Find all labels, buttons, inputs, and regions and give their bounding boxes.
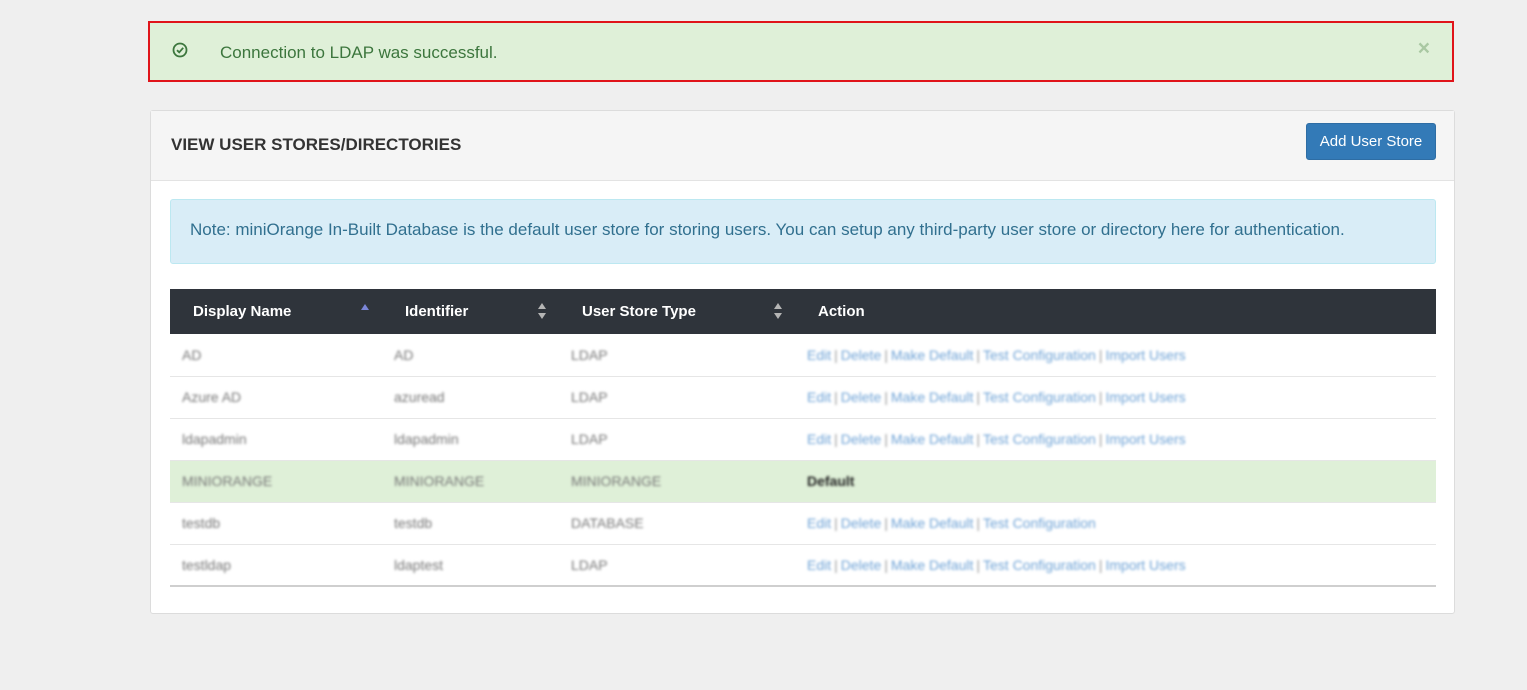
- cell-id: testdb: [394, 515, 433, 531]
- default-label: Default: [807, 473, 855, 489]
- action-make-default-link[interactable]: Make Default: [891, 557, 973, 573]
- cell-actions: Edit | Delete | Make Default | Test Configurat…: [795, 418, 1436, 460]
- cell-actions: Edit | Delete | Make Default | Test Configurat…: [795, 502, 1436, 544]
- table-row: ldapadmin ldapadmin LDAP Edit | Delete | Make D…: [170, 418, 1436, 460]
- user-stores-table: Display Name Identifier User Store Type: [170, 289, 1436, 587]
- panel-header: VIEW USER STORES/DIRECTORIES Add User St…: [151, 111, 1454, 181]
- cell-id: MINIORANGE: [394, 473, 485, 489]
- cell-actions: Default: [795, 460, 1436, 502]
- action-make-default-link[interactable]: Make Default: [891, 347, 973, 363]
- table-header-row: Display Name Identifier User Store Type: [170, 289, 1436, 334]
- action-delete-link[interactable]: Delete: [841, 389, 881, 405]
- column-action: Action: [795, 289, 1436, 334]
- separator: |: [884, 346, 888, 363]
- column-user-store-type[interactable]: User Store Type: [559, 289, 795, 334]
- separator: |: [884, 556, 888, 573]
- column-label: Identifier: [405, 303, 469, 320]
- cell-id: azuread: [394, 389, 445, 405]
- action-import-users-link[interactable]: Import Users: [1105, 431, 1185, 447]
- separator: |: [834, 431, 838, 447]
- add-user-store-button[interactable]: Add User Store: [1306, 123, 1436, 160]
- cell-name: ldapadmin: [182, 431, 247, 447]
- action-make-default-link[interactable]: Make Default: [891, 431, 973, 447]
- separator: |: [976, 389, 980, 405]
- column-label: Display Name: [193, 303, 292, 320]
- cell-name: testldap: [182, 556, 232, 573]
- cell-id: AD: [394, 346, 414, 363]
- info-note: Note: miniOrange In-Built Database is th…: [170, 199, 1436, 264]
- table-body: AD AD LDAP Edit | Delete | Make Default | Test Co…: [170, 334, 1436, 586]
- cell-actions: Edit | Delete | Make Default | Test Configurat…: [795, 376, 1436, 418]
- column-identifier[interactable]: Identifier: [382, 289, 559, 334]
- cell-type: LDAP: [571, 389, 608, 405]
- table-row: MINIORANGE MINIORANGE MINIORANGE Default: [170, 460, 1436, 502]
- action-delete-link[interactable]: Delete: [841, 557, 881, 573]
- cell-actions: Edit | Delete | Make Default | Test Configurat…: [795, 544, 1436, 586]
- action-make-default-link[interactable]: Make Default: [891, 389, 973, 405]
- action-delete-link[interactable]: Delete: [841, 515, 881, 531]
- cell-name: testdb: [182, 515, 221, 531]
- action-test-configuration-link[interactable]: Test Configuration: [983, 431, 1096, 447]
- sort-asc-icon[interactable]: [360, 302, 370, 320]
- cell-type: LDAP: [571, 346, 608, 363]
- action-test-configuration-link[interactable]: Test Configuration: [983, 347, 1096, 363]
- separator: |: [976, 515, 980, 531]
- action-test-configuration-link[interactable]: Test Configuration: [983, 389, 1096, 405]
- table-row: AD AD LDAP Edit | Delete | Make Default | Test Co…: [170, 334, 1436, 376]
- action-delete-link[interactable]: Delete: [841, 431, 881, 447]
- check-circle-icon: [172, 42, 188, 58]
- action-import-users-link[interactable]: Import Users: [1105, 347, 1185, 363]
- separator: |: [976, 556, 980, 573]
- cell-id: ldaptest: [394, 556, 444, 573]
- column-label: Action: [818, 303, 865, 320]
- cell-type: MINIORANGE: [571, 473, 662, 489]
- success-alert: Connection to LDAP was successful. ×: [148, 21, 1454, 82]
- separator: |: [976, 346, 980, 363]
- separator: |: [884, 431, 888, 447]
- action-delete-link[interactable]: Delete: [841, 347, 881, 363]
- action-test-configuration-link[interactable]: Test Configuration: [983, 557, 1096, 573]
- user-stores-panel: VIEW USER STORES/DIRECTORIES Add User St…: [150, 110, 1455, 614]
- separator: |: [976, 431, 980, 447]
- action-make-default-link[interactable]: Make Default: [891, 515, 973, 531]
- action-edit-link[interactable]: Edit: [807, 515, 831, 531]
- cell-name: AD: [182, 346, 202, 363]
- separator: |: [884, 389, 888, 405]
- sort-icon[interactable]: [773, 302, 783, 320]
- alert-message: Connection to LDAP was successful.: [220, 43, 498, 62]
- table-row: testldap ldaptest LDAP Edit | Delete | Make Def…: [170, 544, 1436, 586]
- separator: |: [834, 556, 838, 573]
- cell-actions: Edit | Delete | Make Default | Test Configurat…: [795, 334, 1436, 376]
- action-edit-link[interactable]: Edit: [807, 347, 831, 363]
- cell-type: LDAP: [571, 431, 608, 447]
- separator: |: [1098, 346, 1103, 363]
- table-row: testdb testdb DATABASE Edit | Delete | Make Def…: [170, 502, 1436, 544]
- cell-type: DATABASE: [571, 515, 644, 531]
- separator: |: [834, 389, 838, 405]
- sort-icon[interactable]: [537, 302, 547, 320]
- separator: |: [834, 346, 838, 363]
- action-edit-link[interactable]: Edit: [807, 389, 831, 405]
- action-import-users-link[interactable]: Import Users: [1105, 389, 1185, 405]
- column-display-name[interactable]: Display Name: [170, 289, 382, 334]
- page-title: VIEW USER STORES/DIRECTORIES: [171, 135, 462, 154]
- cell-type: LDAP: [571, 556, 608, 573]
- action-import-users-link[interactable]: Import Users: [1105, 557, 1185, 573]
- cell-id: ldapadmin: [394, 431, 459, 447]
- close-icon[interactable]: ×: [1418, 37, 1430, 61]
- action-edit-link[interactable]: Edit: [807, 557, 831, 573]
- separator: |: [1098, 431, 1103, 447]
- column-label: User Store Type: [582, 303, 696, 320]
- cell-name: MINIORANGE: [182, 473, 273, 489]
- separator: |: [1098, 556, 1103, 573]
- separator: |: [834, 515, 838, 531]
- table-row: Azure AD azuread LDAP Edit | Delete | Make Defa…: [170, 376, 1436, 418]
- separator: |: [1098, 389, 1103, 405]
- action-edit-link[interactable]: Edit: [807, 431, 831, 447]
- action-test-configuration-link[interactable]: Test Configuration: [983, 515, 1096, 531]
- separator: |: [884, 515, 888, 531]
- cell-name: Azure AD: [182, 389, 242, 405]
